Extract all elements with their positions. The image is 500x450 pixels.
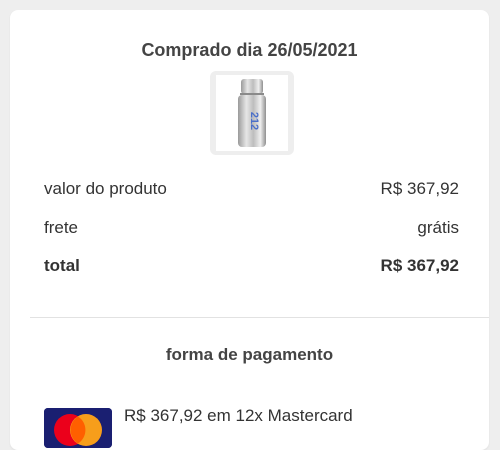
mastercard-icon [44,408,112,448]
summary-label: valor do produto [44,179,167,198]
summary-value: R$ 367,92 [380,256,459,275]
summary-label: total [44,256,80,275]
summary-value: grátis [417,218,459,237]
perfume-bottle-icon: 212 [238,79,266,147]
summary-value: R$ 367,92 [380,179,459,198]
product-image: 212 [216,75,288,151]
purchase-date-title: Comprado dia 26/05/2021 [141,40,358,60]
section-divider [30,317,489,318]
product-label: 212 [248,112,260,130]
summary-row-product-value: valor do produto R$ 367,92 [44,179,459,199]
summary-label: frete [44,218,79,237]
purchase-card: Comprado dia 26/05/2021 212 valor do pro… [10,10,489,450]
payment-section-title: forma de pagamento [165,345,334,364]
payment-method-row: R$ 367,92 em 12x Mastercard [44,402,353,448]
product-thumbnail[interactable]: 212 [210,71,294,155]
summary-row-shipping: frete grátis [44,218,459,238]
payment-method-text: R$ 367,92 em 12x Mastercard [124,406,353,425]
summary-row-total: total R$ 367,92 [44,256,459,276]
